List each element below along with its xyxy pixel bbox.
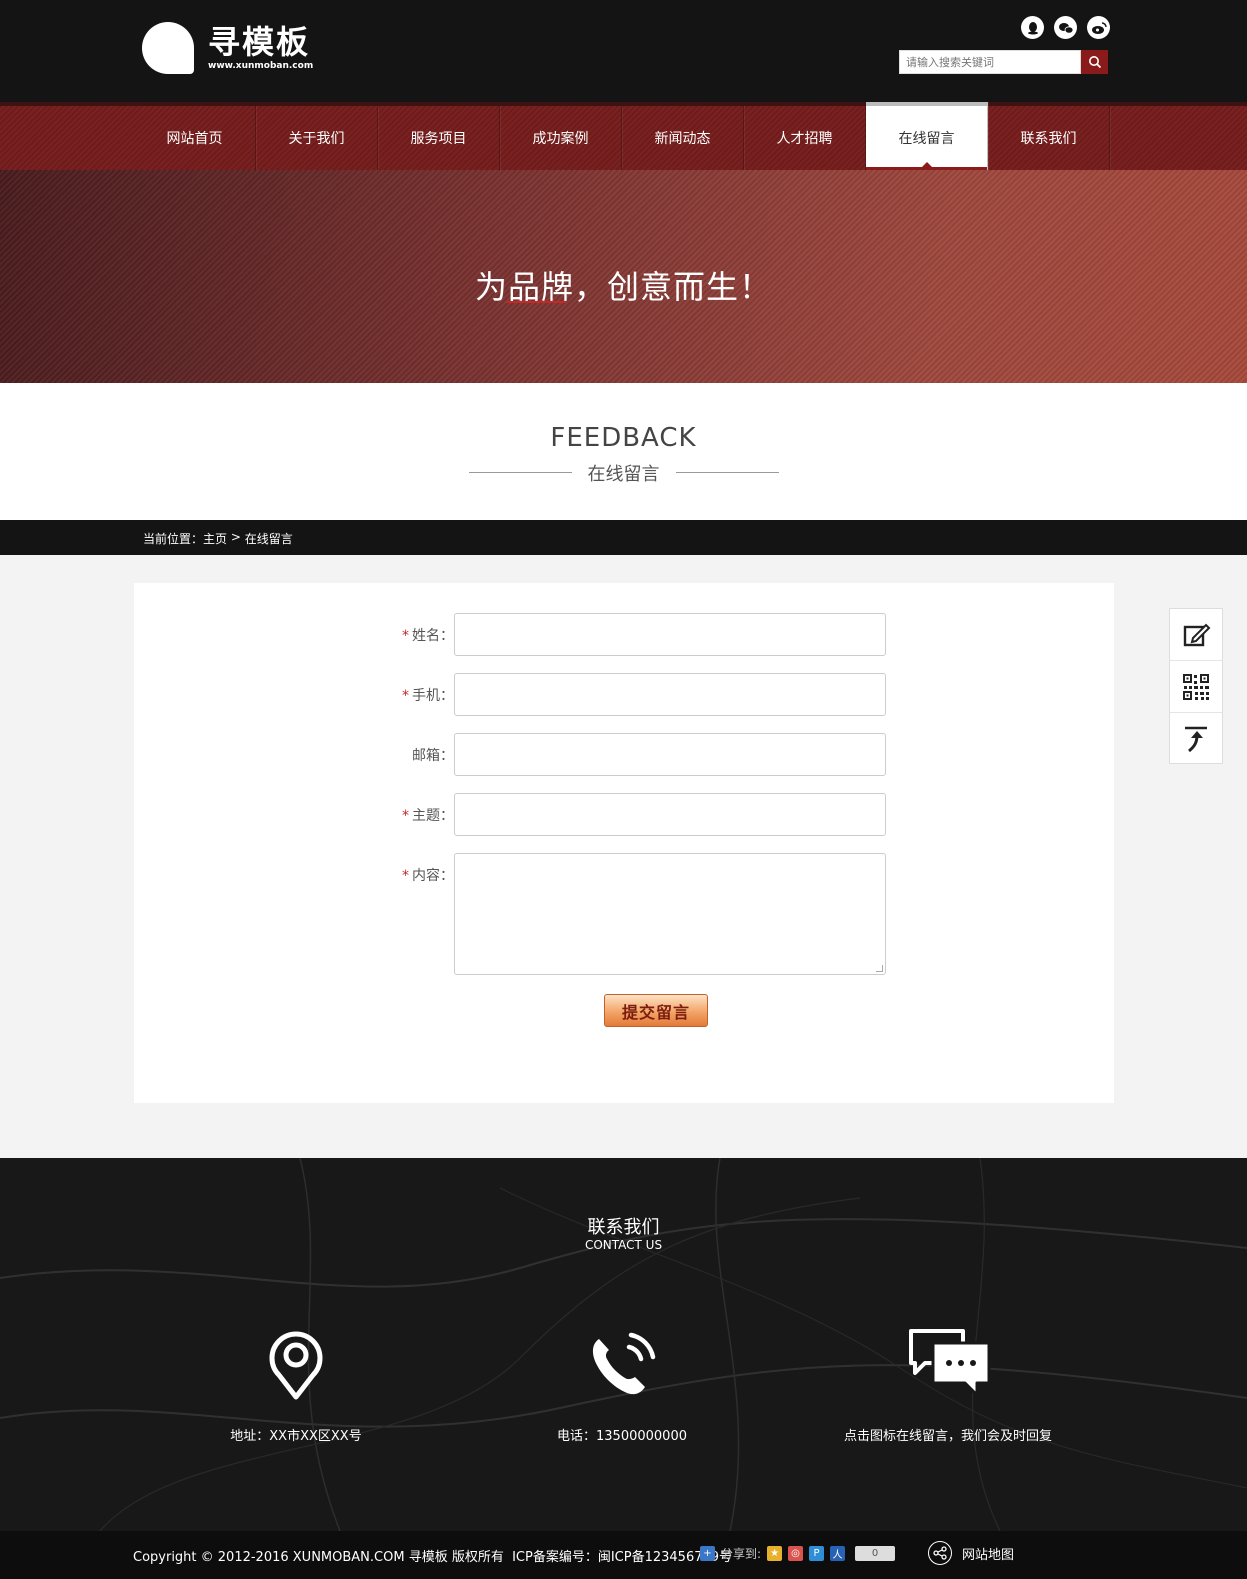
brand-url: www.xunmoban.com: [208, 61, 314, 71]
section-title-en: FEEDBACK: [550, 423, 697, 453]
main-nav: 网站首页 关于我们 服务项目 成功案例 新闻动态 人才招聘 在线留言 联系我们: [0, 102, 1247, 170]
phone-field[interactable]: [454, 673, 886, 716]
phone-icon: [592, 1332, 656, 1395]
section-title-cn: 在线留言: [587, 464, 660, 485]
chat-bubbles-icon: [909, 1329, 991, 1397]
phone-text: 电话：13500000000: [557, 1429, 687, 1444]
logo[interactable]: 寻模板 www.xunmoban.com: [142, 22, 313, 74]
tencent-weibo-icon[interactable]: P: [809, 1546, 825, 1561]
breadcrumb-current[interactable]: 在线留言: [245, 530, 293, 547]
back-to-top-icon: [1185, 726, 1207, 753]
breadcrumb-home[interactable]: 主页: [203, 530, 227, 547]
search-icon: [1088, 56, 1101, 69]
brand-name: 寻模板: [208, 23, 311, 61]
search-input[interactable]: [899, 50, 1081, 74]
logo-icon: [142, 22, 194, 74]
form-row-content: * 内容：: [398, 853, 886, 975]
contact-subtitle: CONTACT US: [584, 1238, 663, 1252]
nav-item-news[interactable]: 新闻动态: [622, 106, 744, 170]
required-mark: *: [402, 628, 409, 644]
nav-item-cases[interactable]: 成功案例: [500, 106, 622, 170]
required-mark: *: [402, 868, 409, 884]
phone-label: 手机：: [412, 688, 454, 704]
share-label: 分享到:: [721, 1547, 762, 1561]
nav-item-home[interactable]: 网站首页: [134, 106, 256, 170]
search-button[interactable]: [1081, 50, 1108, 74]
nav-item-contact[interactable]: 联系我们: [988, 106, 1110, 170]
nav-item-feedback[interactable]: 在线留言: [866, 102, 988, 170]
sitemap-link[interactable]: 网站地图: [928, 1541, 1014, 1565]
edit-icon: [1183, 623, 1211, 646]
qzone-icon[interactable]: ★: [767, 1546, 783, 1561]
slogan-underline: [506, 301, 566, 303]
side-toolbar: [1169, 608, 1223, 764]
nav-item-services[interactable]: 服务项目: [378, 106, 500, 170]
site-header: 寻模板 www.xunmoban.com: [0, 0, 1247, 102]
side-tool-backtop[interactable]: [1170, 713, 1222, 765]
location-pin-icon: [269, 1331, 323, 1400]
submit-button[interactable]: 提交留言: [604, 994, 708, 1027]
social-links: [1021, 16, 1110, 39]
side-tool-feedback[interactable]: [1170, 609, 1222, 661]
breadcrumb-separator: >: [227, 530, 245, 544]
form-row-subject: * 主题：: [398, 793, 886, 836]
wechat-icon[interactable]: [1054, 16, 1077, 39]
email-label: 邮箱：: [412, 748, 454, 764]
share-widget: + 分享到: ★ ◎ P 人 0: [700, 1545, 896, 1562]
share-node-icon: [928, 1541, 952, 1565]
sina-weibo-icon[interactable]: ◎: [788, 1546, 804, 1561]
section-header: FEEDBACK 在线留言: [0, 383, 1247, 520]
banner: 为品牌，创意而生！: [0, 170, 1247, 383]
subject-label: 主题：: [412, 808, 454, 824]
name-field[interactable]: [454, 613, 886, 656]
form-row-name: * 姓名：: [398, 613, 886, 656]
nav-item-jobs[interactable]: 人才招聘: [744, 106, 866, 170]
nav-item-about[interactable]: 关于我们: [256, 106, 378, 170]
message-text[interactable]: 点击图标在线留言，我们会及时回复: [798, 1425, 1098, 1444]
subject-field[interactable]: [454, 793, 886, 836]
address-text: 地址：XX市XX区XX号: [230, 1429, 362, 1444]
contact-phone: 电话：13500000000: [472, 1323, 772, 1444]
contact-title: 联系我们: [587, 1217, 660, 1238]
breadcrumb-prefix: 当前位置：: [143, 532, 204, 546]
name-label: 姓名：: [412, 628, 454, 644]
content-label: 内容：: [412, 868, 454, 884]
copyright-bar: Copyright © 2012-2016 XUNMOBAN.COM 寻模板 版…: [0, 1531, 1247, 1579]
qrcode-icon: [1183, 673, 1209, 700]
form-row-phone: * 手机：: [398, 673, 886, 716]
contact-message[interactable]: 点击图标在线留言，我们会及时回复: [798, 1323, 1098, 1444]
breadcrumb: 当前位置： 主页 > 在线留言: [0, 520, 1247, 555]
content-textarea[interactable]: [454, 853, 886, 975]
copyright-text: Copyright © 2012-2016 XUNMOBAN.COM 寻模板 版…: [133, 1550, 733, 1565]
share-count: 0: [855, 1546, 896, 1561]
required-mark: *: [402, 808, 409, 824]
search-bar: [899, 50, 1108, 74]
renren-icon[interactable]: 人: [830, 1546, 846, 1561]
required-mark: *: [402, 688, 409, 704]
divider-right: [676, 472, 779, 473]
form-row-email: 邮箱：: [398, 733, 886, 776]
qq-icon[interactable]: [1021, 16, 1044, 39]
email-field[interactable]: [454, 733, 886, 776]
share-plus-icon[interactable]: +: [700, 1546, 715, 1561]
side-tool-qrcode[interactable]: [1170, 661, 1222, 713]
banner-slogan: 为品牌，创意而生！: [474, 268, 772, 306]
weibo-icon[interactable]: [1087, 16, 1110, 39]
contact-section: 联系我们 CONTACT US 地址：XX市XX区XX号 电话：13500000…: [0, 1158, 1247, 1531]
sitemap-label[interactable]: 网站地图: [962, 1544, 1014, 1563]
contact-address: 地址：XX市XX区XX号: [146, 1323, 446, 1444]
